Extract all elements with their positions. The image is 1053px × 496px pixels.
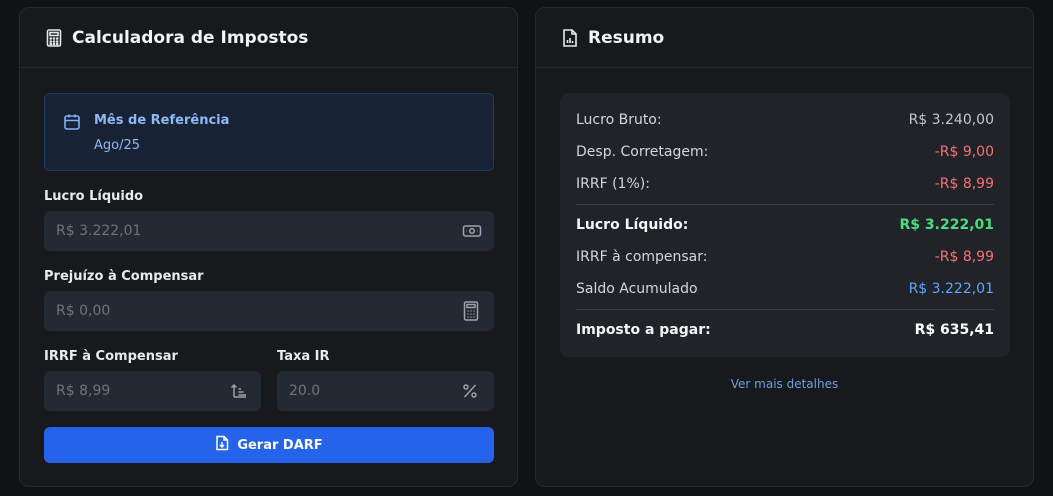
calculator-icon [463,301,479,325]
summary-row-brokerage: Desp. Corretagem: -R$ 9,00 [576,144,994,160]
summary-row-net-profit: Lucro Líquido: R$ 3.222,01 [576,217,994,233]
summary-box: Lucro Bruto: R$ 3.240,00 Desp. Corretage… [560,93,1010,357]
summary-row-label: IRRF à compensar: [576,249,708,265]
summary-title: Resumo [588,27,665,48]
generate-darf-label: Gerar DARF [237,437,323,453]
sort-ascending-icon [230,382,248,404]
summary-row-value: -R$ 8,99 [934,176,994,192]
calendar-icon [63,113,81,135]
more-details-link[interactable]: Ver mais detalhes [536,377,1033,391]
reference-month-box[interactable]: Mês de Referência Ago/25 [44,93,494,171]
summary-row-value: -R$ 9,00 [934,144,994,160]
net-profit-label: Lucro Líquido [44,189,144,204]
summary-row-value: R$ 635,41 [914,322,994,338]
summary-row-accumulated-balance: Saldo Acumulado R$ 3.222,01 [576,281,994,297]
irrf-compensation-label: IRRF à Compensar [44,349,178,364]
net-profit-input[interactable] [44,211,494,251]
tax-rate-label: Taxa IR [277,349,330,364]
calculator-icon [46,28,62,47]
summary-divider [576,204,994,205]
summary-row-label: Saldo Acumulado [576,281,698,297]
net-profit-field[interactable] [44,211,494,251]
tax-calculator-card: Calculadora de Impostos Mês de Referênci… [19,7,518,487]
loss-compensation-input[interactable] [44,291,494,331]
loss-compensation-label: Prejuízo à Compensar [44,269,204,284]
summary-row-irrf-compensation: IRRF à compensar: -R$ 8,99 [576,249,994,265]
summary-card: Resumo Lucro Bruto: R$ 3.240,00 Desp. Co… [535,7,1034,487]
summary-row-value: R$ 3.222,01 [908,281,994,297]
irrf-compensation-field[interactable] [44,371,261,411]
summary-row-value: R$ 3.240,00 [908,112,994,128]
file-download-icon [215,435,229,455]
reference-month-value: Ago/25 [94,138,141,153]
summary-row-label: Imposto a pagar: [576,322,711,338]
reference-month-label: Mês de Referência [94,113,230,128]
summary-row-label: IRRF (1%): [576,176,650,192]
percent-icon [461,382,479,404]
summary-row-label: Desp. Corretagem: [576,144,709,160]
generate-darf-button[interactable]: Gerar DARF [44,427,494,463]
calculator-title: Calculadora de Impostos [72,27,309,48]
summary-row-irrf: IRRF (1%): -R$ 8,99 [576,176,994,192]
summary-row-label: Lucro Bruto: [576,112,662,128]
summary-row-gross-profit: Lucro Bruto: R$ 3.240,00 [576,112,994,128]
irrf-compensation-input[interactable] [44,371,261,411]
file-chart-icon [562,28,578,47]
loss-compensation-field[interactable] [44,291,494,331]
summary-row-tax-due: Imposto a pagar: R$ 635,41 [576,322,994,338]
summary-row-label: Lucro Líquido: [576,217,689,233]
banknote-icon [462,222,482,244]
summary-row-value: -R$ 8,99 [934,249,994,265]
summary-header: Resumo [536,8,1033,68]
calculator-header: Calculadora de Impostos [20,8,517,68]
summary-divider [576,309,994,310]
summary-row-value: R$ 3.222,01 [899,217,994,233]
tax-rate-field[interactable] [277,371,494,411]
